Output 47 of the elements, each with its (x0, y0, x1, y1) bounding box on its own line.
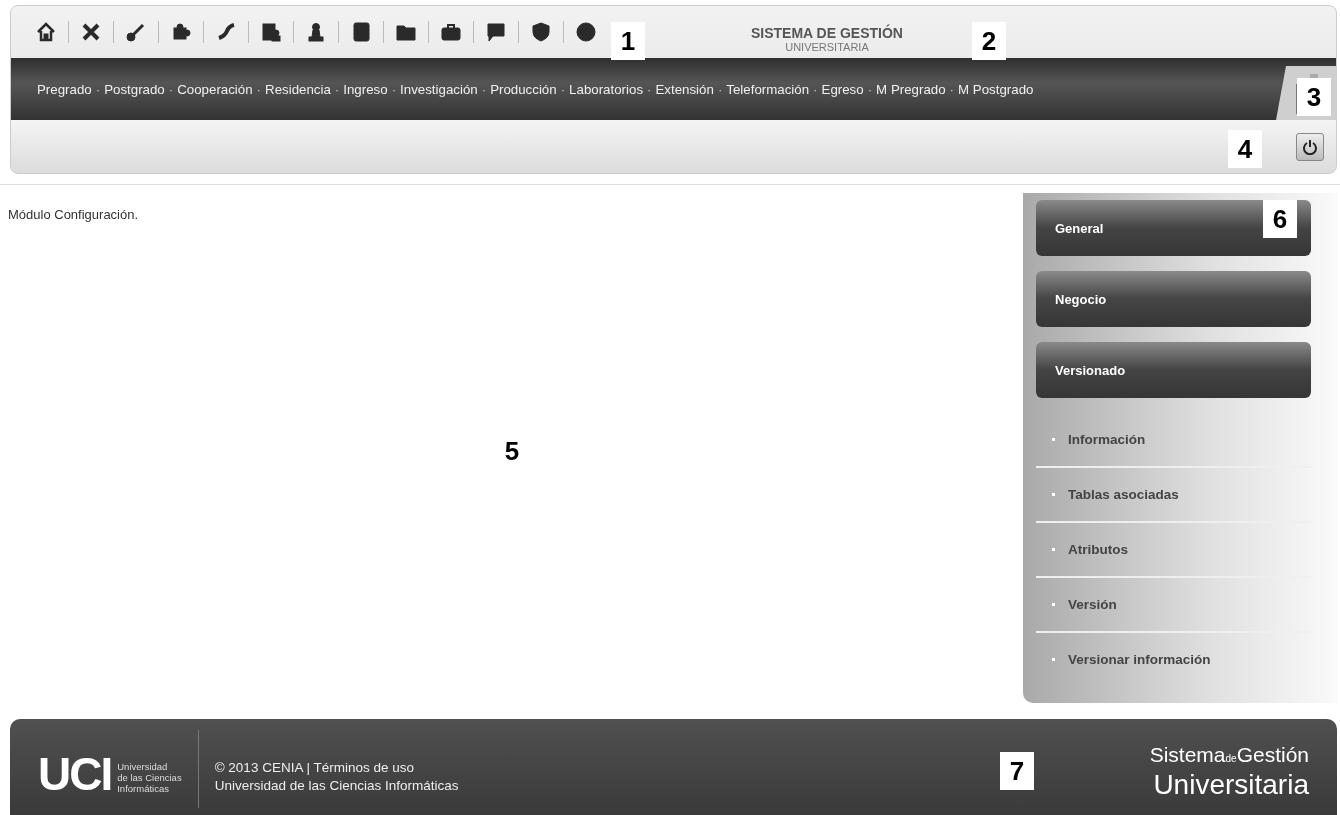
separator-dot: · (867, 81, 873, 97)
institution-name: Universidad de las Ciencias Informáticas (214, 777, 459, 793)
separator-dot: · (717, 81, 723, 97)
nav-link[interactable]: Teleformación (726, 81, 810, 97)
separator-dot: · (95, 81, 101, 97)
submenu-item[interactable]: Tablas asociadas (1036, 468, 1311, 523)
callout-number: 3 (1297, 78, 1331, 116)
separator-dot: · (391, 81, 397, 97)
menu-button[interactable]: Versionado (1036, 342, 1311, 398)
nav-link[interactable]: M Pregrado (876, 81, 946, 97)
separator-dot: · (647, 81, 652, 97)
submenu-item[interactable]: Información (1036, 413, 1311, 468)
callout-number: 1 (611, 22, 645, 60)
separator-dot: · (481, 81, 487, 97)
callout-number: 2 (972, 22, 1006, 60)
system-subtitle: UNIVERSITARIA (785, 41, 869, 53)
separator-dot: · (168, 81, 174, 97)
callout-number: 6 (1263, 200, 1297, 238)
nav-link[interactable]: Postgrado (104, 81, 165, 97)
menu-button[interactable]: Negocio (1036, 271, 1311, 327)
submenu-item[interactable]: Versión (1036, 578, 1311, 633)
separator-dot: · (560, 81, 566, 97)
nav-link[interactable]: Pregrado (37, 81, 92, 97)
terms-link[interactable]: Términos de uso (313, 759, 414, 775)
nav-link[interactable]: Investigación (400, 81, 478, 97)
nav-link[interactable]: Cooperación (177, 81, 253, 97)
system-title: SISTEMA DE GESTIÓN (751, 25, 903, 41)
nav-link[interactable]: Extensión (655, 81, 714, 97)
copyright-text: © 2013 CENIA | (214, 759, 310, 775)
separator-dot: · (334, 81, 340, 97)
callout-number: 7 (1000, 752, 1034, 790)
nav-link[interactable]: M Postgrado (958, 81, 1034, 97)
separator-dot: · (256, 81, 262, 97)
submenu-item[interactable]: Versionar información (1036, 633, 1311, 686)
nav-link[interactable]: Egreso (821, 81, 864, 97)
module-title: Módulo Configuración. (8, 207, 139, 222)
callout-number: 4 (1228, 130, 1262, 168)
power-button[interactable] (1296, 132, 1324, 161)
nav-link[interactable]: Laboratorios (569, 81, 644, 97)
nav-link[interactable]: Producción (490, 81, 557, 97)
power-icon (1302, 138, 1318, 155)
separator-dot: · (949, 81, 955, 97)
separator-dot: · (813, 81, 818, 97)
submenu-item[interactable]: Atributos (1036, 523, 1311, 578)
nav-link[interactable]: Residencia (265, 81, 331, 97)
brand-logo: SistemadeGestión Universitaria (1149, 742, 1309, 800)
nav-link[interactable]: Ingreso (343, 81, 388, 97)
